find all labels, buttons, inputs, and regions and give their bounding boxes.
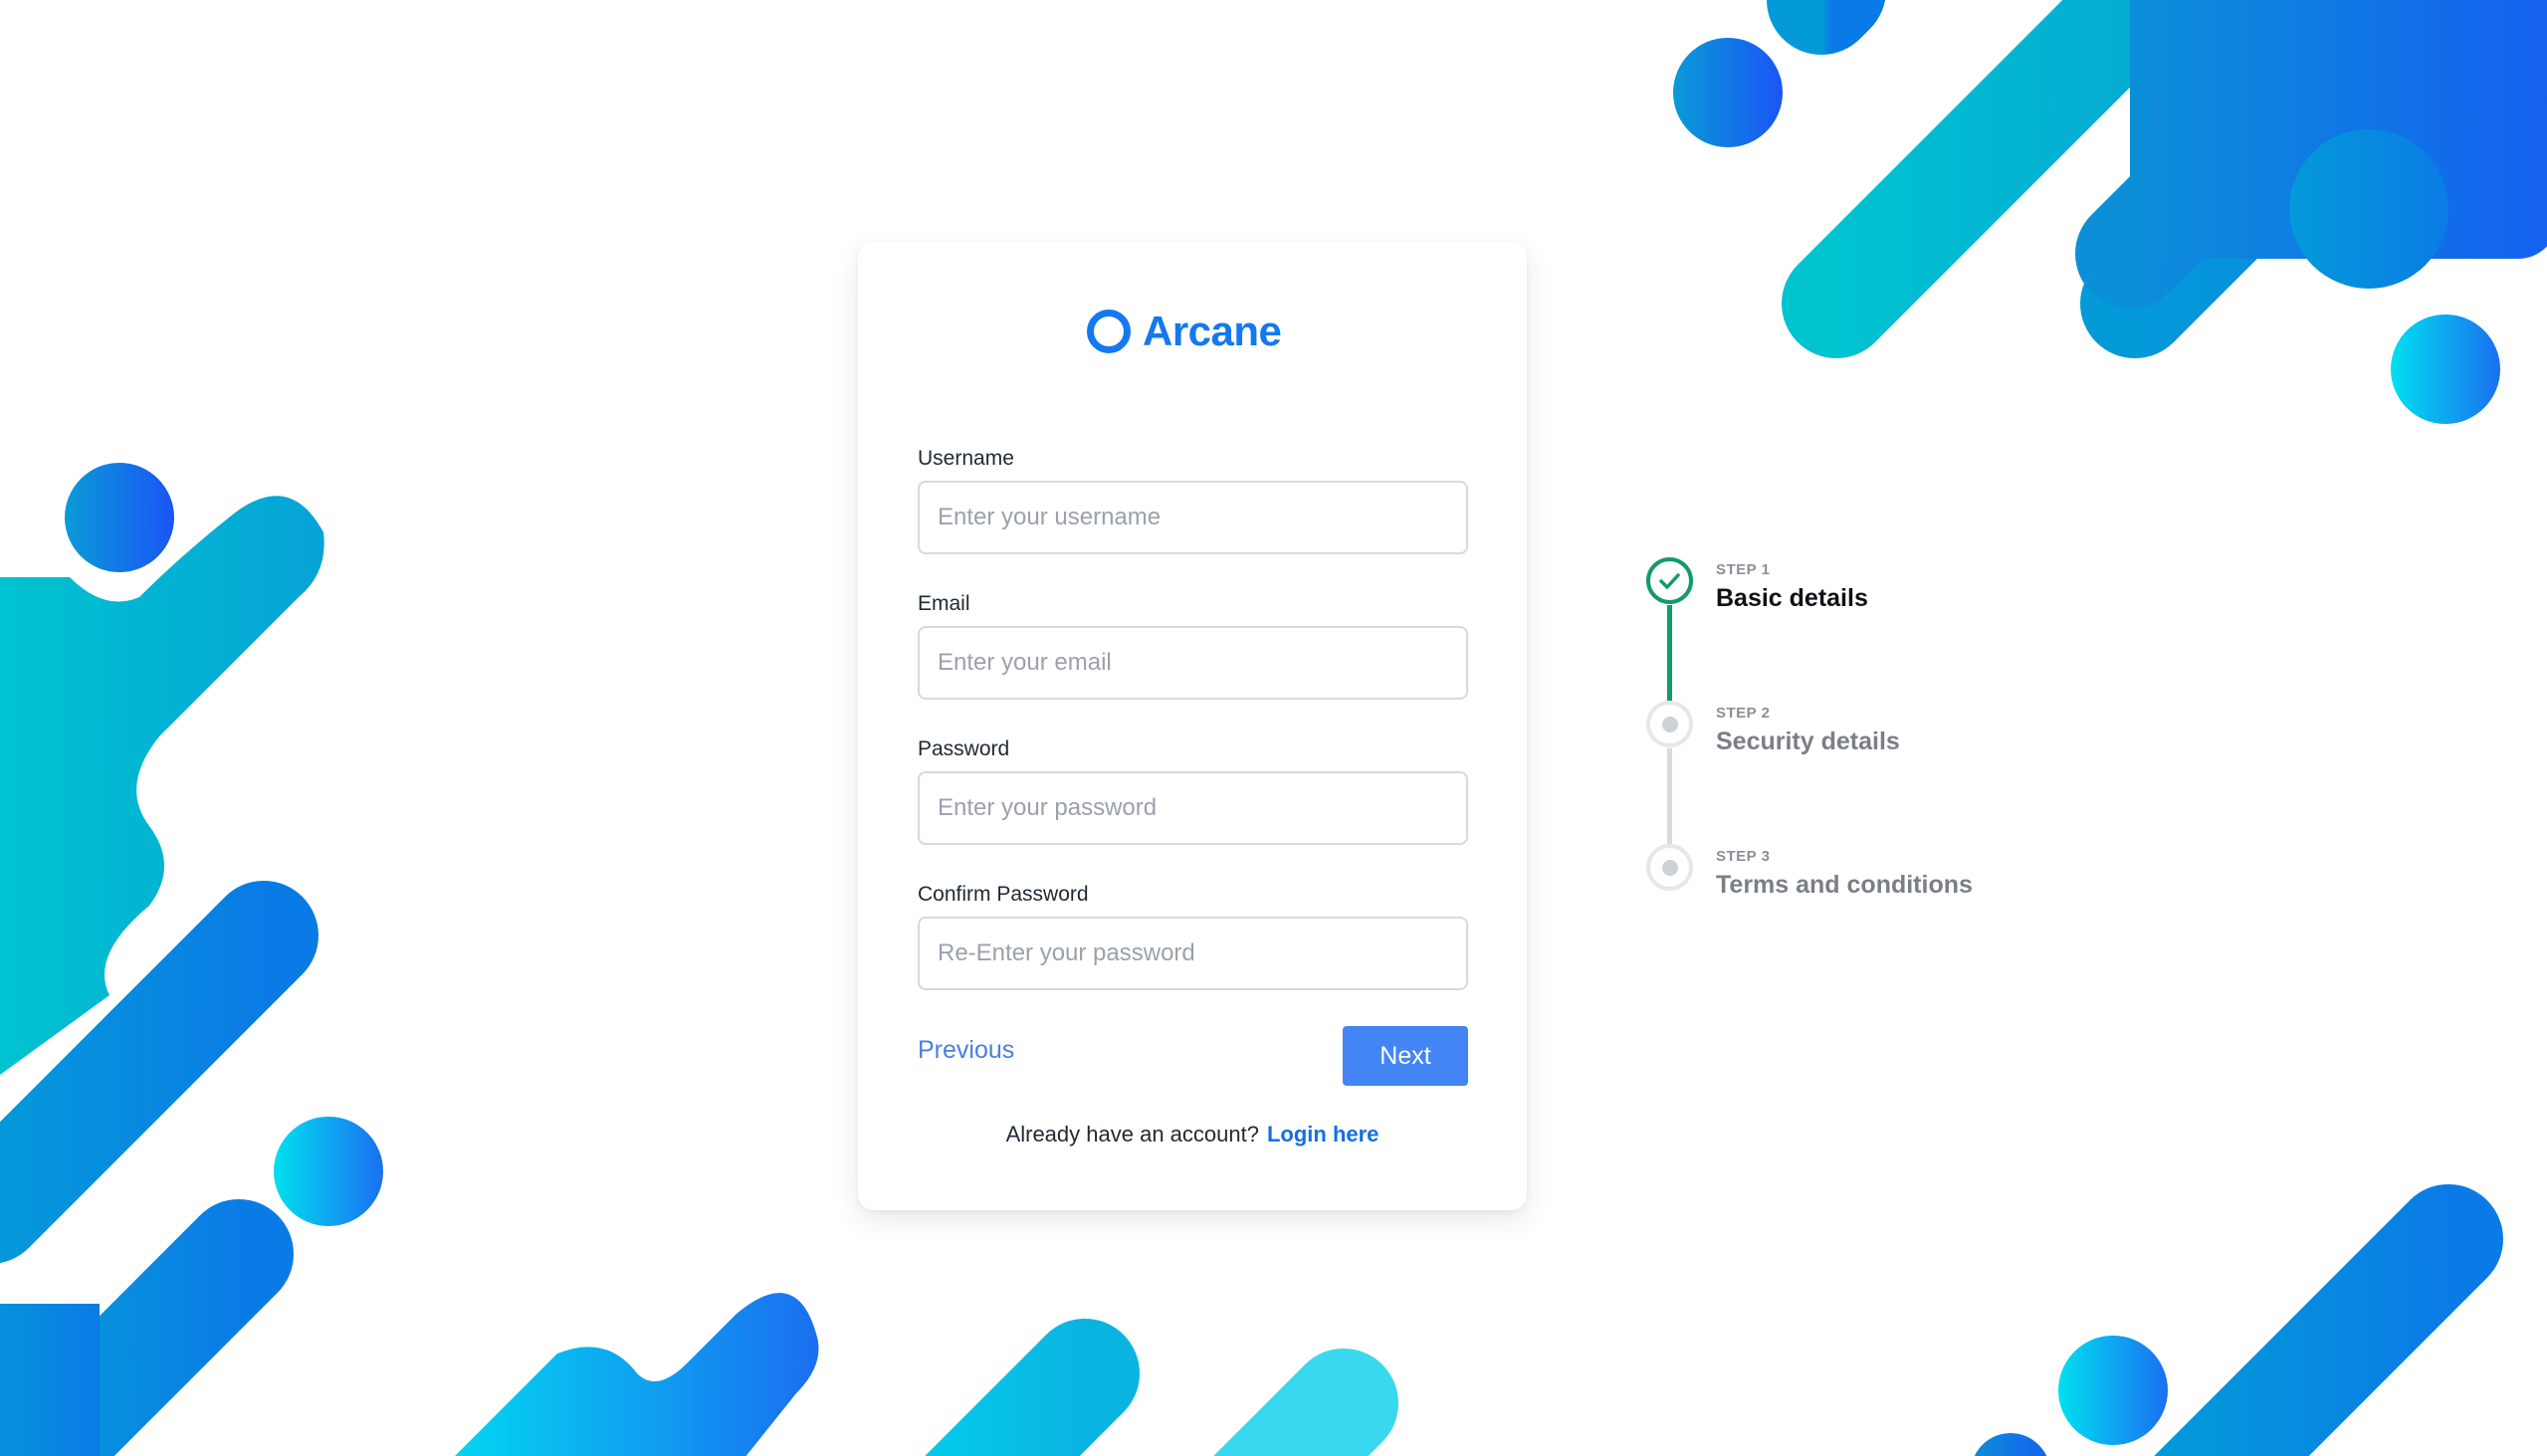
step-1-number: STEP 1 bbox=[1716, 561, 1771, 578]
next-button[interactable]: Next bbox=[1343, 1026, 1468, 1086]
step-3-title: Terms and conditions bbox=[1716, 871, 1973, 899]
step-3-indicator bbox=[1646, 844, 1693, 891]
password-label: Password bbox=[918, 737, 1010, 760]
previous-link[interactable]: Previous bbox=[918, 1036, 1014, 1065]
login-link[interactable]: Login here bbox=[1267, 1122, 1379, 1146]
login-prompt-row: Already have an account? Login here bbox=[858, 1122, 1527, 1147]
confirm-password-label: Confirm Password bbox=[918, 883, 1089, 906]
username-input[interactable] bbox=[918, 481, 1468, 554]
username-label: Username bbox=[918, 447, 1014, 470]
login-prompt-text: Already have an account? bbox=[1005, 1122, 1259, 1146]
dot-icon bbox=[1662, 717, 1678, 732]
brand-logo: Arcane bbox=[1087, 302, 1282, 361]
step-2-title: Security details bbox=[1716, 728, 1900, 755]
check-icon bbox=[1659, 573, 1680, 589]
step-3-number: STEP 3 bbox=[1716, 848, 1771, 865]
dot-icon bbox=[1662, 860, 1678, 876]
step-1-indicator bbox=[1646, 557, 1693, 604]
logo-ring-icon bbox=[1087, 310, 1131, 353]
brand-name: Arcane bbox=[1143, 308, 1282, 354]
email-input[interactable] bbox=[918, 626, 1468, 700]
email-label: Email bbox=[918, 592, 970, 615]
confirm-password-input[interactable] bbox=[918, 917, 1468, 990]
step-1-title: Basic details bbox=[1716, 584, 1868, 612]
step-2-indicator bbox=[1646, 701, 1693, 747]
step-2-number: STEP 2 bbox=[1716, 705, 1771, 722]
step-connector-pending bbox=[1667, 748, 1672, 844]
step-connector-complete bbox=[1667, 605, 1672, 701]
password-input[interactable] bbox=[918, 771, 1468, 845]
signup-card: Arcane Username Email Password Confirm P… bbox=[858, 242, 1527, 1210]
signup-stepper: STEP 1 Basic details STEP 2 Security det… bbox=[1642, 557, 2140, 916]
